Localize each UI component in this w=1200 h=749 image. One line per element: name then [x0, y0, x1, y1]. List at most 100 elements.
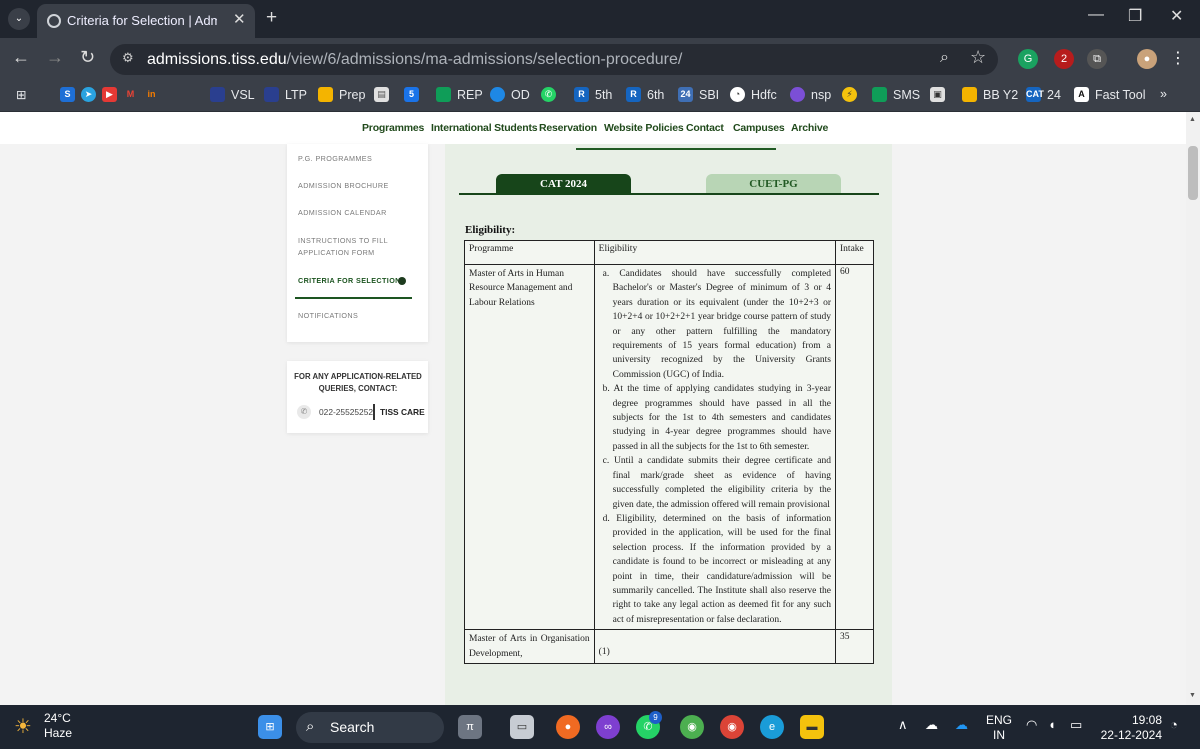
forward-arrow-icon[interactable]: → — [46, 47, 64, 68]
calculator-app-icon[interactable]: π — [458, 715, 482, 739]
heading-underline — [576, 148, 776, 150]
bookmark-rep[interactable]: REP — [436, 87, 483, 102]
sidebar-item-notifications[interactable]: NOTIFICATIONS — [298, 310, 418, 322]
language: ENG — [986, 713, 1013, 727]
tab-cat-2024[interactable]: CAT 2024 — [496, 174, 631, 194]
more-bookmarks-icon[interactable]: » — [1160, 87, 1167, 101]
sidebar-item-instructions[interactable]: INSTRUCTIONS TO FILL APPLICATION FORM — [298, 235, 418, 259]
gmail-icon[interactable]: M — [123, 87, 138, 102]
sidebar-item-pg-programmes[interactable]: P.G. PROGRAMMES — [298, 153, 418, 165]
bookmark-s-icon[interactable]: S — [60, 87, 75, 102]
bookmark-bby2[interactable]: BB Y2 — [962, 87, 1018, 102]
programme-cell: Master of Arts in Human Resource Managem… — [464, 263, 595, 631]
whatsapp-bookmark-icon[interactable]: ✆ — [541, 87, 556, 102]
tray-chevron-up-icon[interactable]: ∧ — [898, 717, 908, 733]
firefox-icon[interactable]: ● — [556, 715, 580, 739]
nav-archive[interactable]: Archive — [791, 122, 828, 134]
nav-international-students[interactable]: International Students — [431, 122, 538, 134]
edge-icon[interactable]: e — [760, 715, 784, 739]
menu-kebab-icon[interactable]: ⋮ — [1168, 49, 1188, 69]
bookmark-fast-tool[interactable]: A Fast Tool — [1074, 87, 1146, 102]
site-info-icon[interactable]: ⚙ — [122, 50, 134, 66]
contact-tiss-care[interactable]: TISS CARE — [380, 407, 425, 417]
apps-grid-icon[interactable]: ⊞ — [16, 87, 26, 102]
bookmark-yellow-icon[interactable]: ⚡ — [842, 87, 857, 102]
nav-contact[interactable]: Contact — [686, 122, 724, 134]
search-icon[interactable]: ⌕ — [940, 49, 949, 67]
bookmark-vsl[interactable]: VSL — [210, 87, 255, 102]
weather-condition: Haze — [44, 726, 73, 740]
column-header: Programme — [464, 240, 595, 265]
nav-programmes[interactable]: Programmes — [362, 122, 424, 134]
app-purple-icon[interactable]: ∞ — [596, 715, 620, 739]
column-header: Intake — [835, 240, 874, 265]
weather-widget[interactable]: 24°C Haze — [44, 711, 72, 741]
grammarly-extension-icon[interactable]: G — [1018, 49, 1038, 69]
restore-button[interactable]: ❐ — [1128, 6, 1142, 26]
table-row: Master of Arts in Human Resource Managem… — [464, 263, 874, 631]
arrow-right-icon — [398, 277, 406, 285]
taskbar-search[interactable]: ⌕ Search — [296, 712, 444, 743]
phone-icon: ✆ — [297, 405, 311, 419]
nav-website-policies[interactable]: Website Policies — [604, 122, 684, 134]
nav-reservation[interactable]: Reservation — [539, 122, 597, 134]
close-window-button[interactable]: ✕ — [1170, 6, 1183, 26]
bookmark-ltp[interactable]: LTP — [264, 87, 307, 102]
onedrive-blue-icon[interactable]: ☁ — [955, 717, 968, 733]
docs-icon[interactable]: ▤ — [374, 87, 389, 102]
nav-campuses[interactable]: Campuses — [733, 122, 785, 134]
chrome-profile-icon[interactable]: ◉ — [680, 715, 704, 739]
bookmark-od[interactable]: OD — [490, 87, 530, 102]
bookmark-image-icon[interactable]: ▣ — [930, 87, 945, 102]
browser-tab[interactable]: Criteria for Selection | Admissio ✕ — [37, 4, 255, 38]
new-tab-button[interactable]: + — [266, 7, 277, 29]
back-arrow-icon[interactable]: ← — [12, 47, 30, 68]
contact-phone[interactable]: 022-25525252 — [319, 407, 373, 417]
calendar-icon[interactable]: 5 — [404, 87, 419, 102]
weather-sun-icon[interactable]: ☀ — [14, 714, 32, 739]
battery-icon[interactable]: ▭ — [1070, 717, 1082, 733]
scrollbar[interactable]: ▲ ▼ — [1186, 112, 1200, 705]
scroll-up-icon[interactable]: ▲ — [1189, 116, 1196, 123]
extensions-puzzle-icon[interactable]: ⧉ — [1087, 49, 1107, 69]
naukri-icon[interactable]: in — [144, 87, 159, 102]
tab-search-chevron-icon[interactable]: ⌄ — [8, 8, 30, 30]
onedrive-icon[interactable]: ☁ — [925, 717, 938, 733]
tab-cuet-pg[interactable]: CUET-PG — [706, 174, 841, 194]
chrome-icon[interactable]: ◉ — [720, 715, 744, 739]
bookmark-sms[interactable]: SMS — [872, 87, 920, 102]
divider — [373, 404, 375, 420]
minimize-button[interactable]: — — [1088, 6, 1104, 24]
close-tab-icon[interactable]: ✕ — [233, 10, 246, 28]
telegram-icon[interactable]: ➤ — [81, 87, 96, 102]
bookmark-cat24[interactable]: CAT 24 — [1026, 87, 1061, 102]
bookmark-nsp[interactable]: nsp — [790, 87, 831, 102]
scrollbar-thumb[interactable] — [1188, 146, 1198, 200]
bookmark-6th[interactable]: R 6th — [626, 87, 664, 102]
volume-icon[interactable]: ◖ — [1048, 717, 1056, 732]
search-icon: ⌕ — [306, 718, 315, 735]
time: 19:08 — [1131, 713, 1162, 727]
app-window-icon[interactable]: ▭ — [510, 715, 534, 739]
clock[interactable]: 19:08 22-12-2024 — [1100, 713, 1162, 743]
bookmark-sbi[interactable]: 24 SBI — [678, 87, 719, 102]
windows-start-icon[interactable]: ⊞ — [258, 715, 282, 739]
sidebar-item-admission-brochure[interactable]: ADMISSION BROCHURE — [298, 180, 418, 192]
browser-toolbar: ← → ↻ ⚙ admissions.tiss.edu/view/6/admis… — [0, 38, 1200, 80]
address-bar[interactable]: ⚙ admissions.tiss.edu/view/6/admissions/… — [110, 44, 998, 75]
wifi-icon[interactable]: ◠ — [1026, 717, 1037, 733]
bookmark-hdfc[interactable]: ◔ Hdfc — [730, 87, 777, 102]
notification-bell-icon[interactable]: ◔ — [1170, 717, 1178, 732]
scroll-down-icon[interactable]: ▼ — [1189, 692, 1196, 699]
profile-avatar[interactable]: ● — [1137, 49, 1157, 69]
language-indicator[interactable]: ENG IN — [986, 713, 1012, 743]
youtube-icon[interactable]: ▶ — [102, 87, 117, 102]
extension-badge-icon[interactable]: 2 — [1054, 49, 1074, 69]
sidebar-item-admission-calendar[interactable]: ADMISSION CALENDAR — [298, 207, 418, 219]
bookmark-5th[interactable]: R 5th — [574, 87, 612, 102]
file-explorer-icon[interactable]: ▬ — [800, 715, 824, 739]
region: IN — [993, 728, 1005, 742]
bookmark-star-icon[interactable]: ☆ — [970, 47, 986, 68]
bookmark-prep[interactable]: Prep — [318, 87, 365, 102]
reload-icon[interactable]: ↻ — [80, 47, 95, 68]
